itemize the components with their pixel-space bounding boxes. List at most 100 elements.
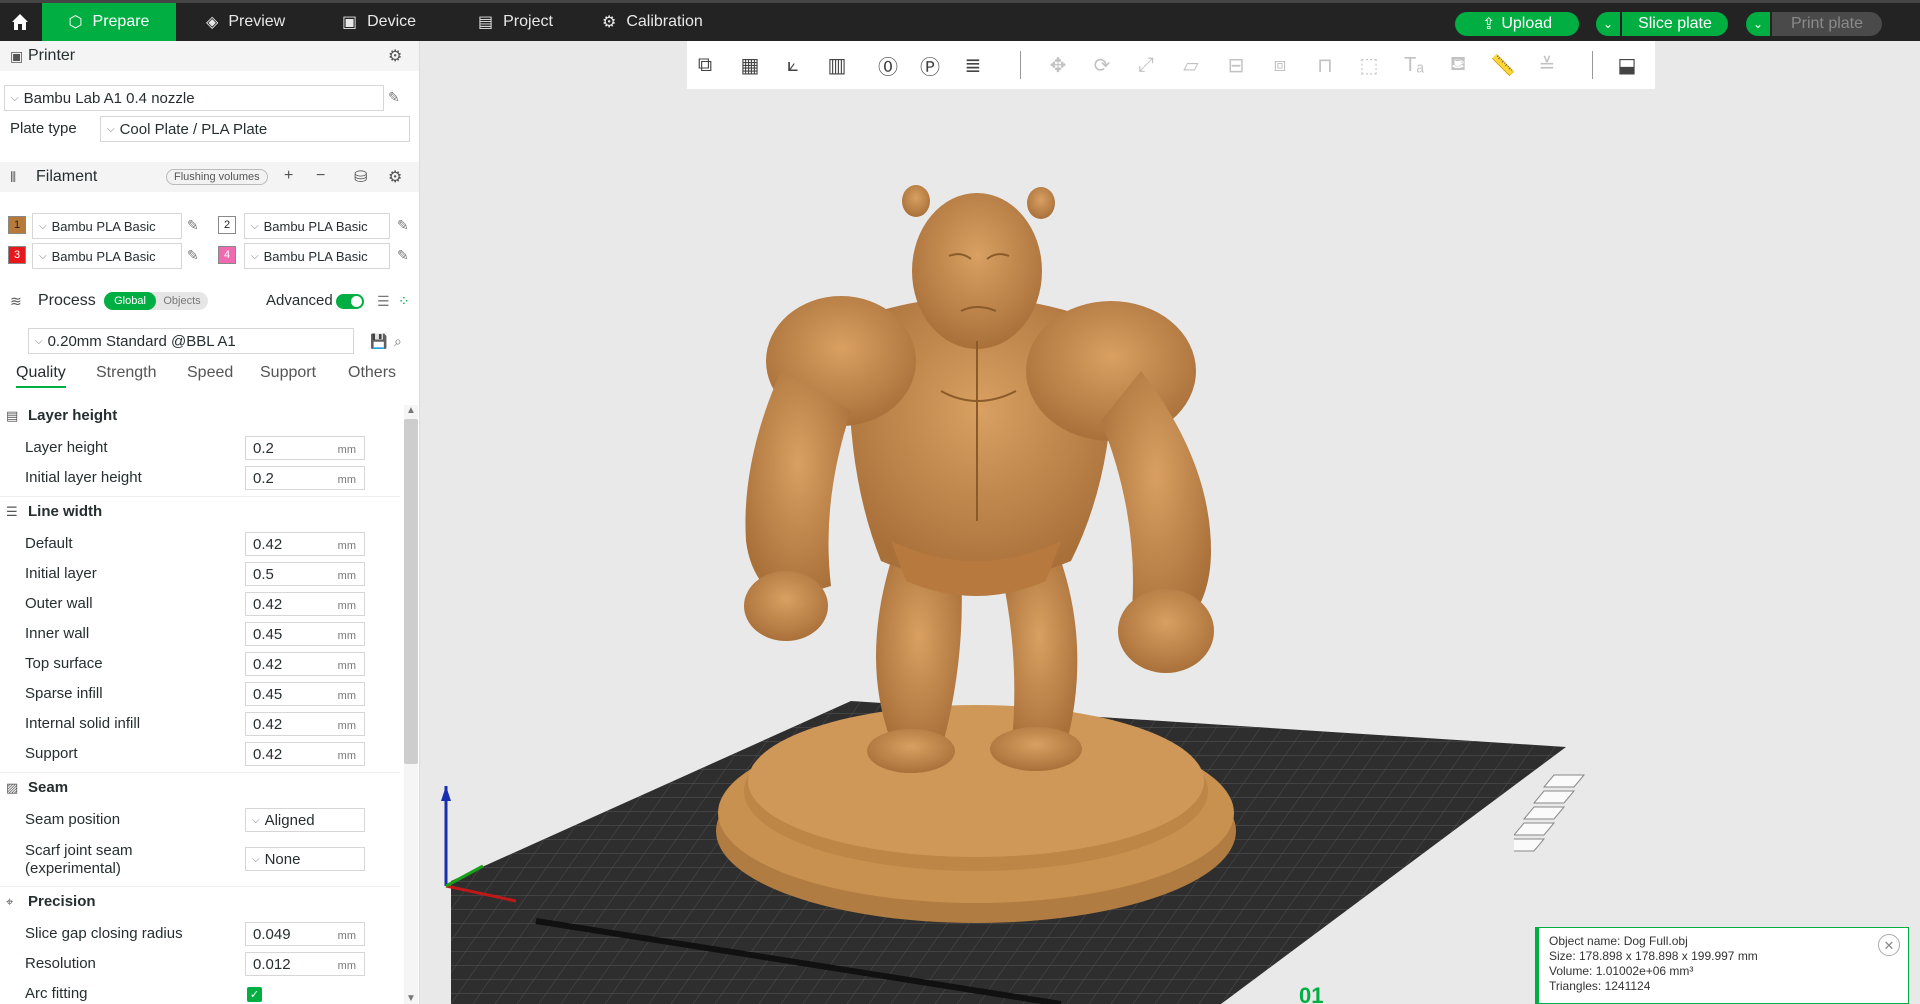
scarf-joint-seam-select[interactable]: ⌵ None — [245, 847, 365, 871]
filament-slot-1-swatch[interactable]: 1 — [8, 216, 26, 234]
assembly-icon[interactable]: ≚ — [1532, 51, 1562, 79]
filament-slot-3-edit-icon[interactable]: ✎ — [187, 247, 199, 264]
variable-layer-height-icon[interactable]: ⬓ — [1612, 51, 1642, 79]
line-width-support-input[interactable]: 0.42 mm — [245, 742, 365, 766]
process-preset-select[interactable]: ⌵ 0.20mm Standard @BBL A1 — [28, 328, 354, 354]
filament-slot-4-select[interactable]: ⌵ Bambu PLA Basic — [244, 243, 390, 269]
plate-lock-icon[interactable] — [1532, 790, 1576, 804]
plate-settings-icon[interactable] — [1502, 838, 1546, 852]
scale-icon[interactable]: ⤢ — [1131, 51, 1161, 79]
line-width-outer-wall-input[interactable]: 0.42 mm — [245, 592, 365, 616]
remove-filament-icon[interactable]: − — [316, 167, 325, 185]
printer-select[interactable]: ⌵ Bambu Lab A1 0.4 nozzle — [4, 85, 384, 111]
print-dropdown-button[interactable]: ⌄ — [1746, 12, 1770, 36]
chevron-down-icon: ⌄ — [1752, 17, 1764, 31]
filament-slot-4-swatch[interactable]: 4 — [218, 246, 236, 264]
line-width-inner-wall-input[interactable]: 0.45 mm — [245, 622, 365, 646]
upload-button[interactable]: ⇪ Upload — [1455, 12, 1579, 36]
flushing-volumes-button[interactable]: Flushing volumes — [166, 169, 268, 185]
tab-preview[interactable]: ◈ Preview — [192, 3, 299, 41]
print-plate-button[interactable]: Print plate — [1772, 12, 1882, 36]
plate-arrange-icon[interactable] — [1522, 806, 1566, 820]
line-width-initial-layer-input[interactable]: 0.5 mm — [245, 562, 365, 586]
lay-on-face-icon[interactable]: ▱ — [1176, 51, 1206, 79]
scroll-up-arrow-icon[interactable]: ▲ — [404, 405, 418, 416]
process-scope-toggle[interactable]: Global Objects — [104, 292, 208, 310]
3d-viewport[interactable]: 01 — [421, 41, 1920, 1004]
printer-settings-gear-icon[interactable]: ⚙ — [388, 46, 402, 66]
filament-slot-1-edit-icon[interactable]: ✎ — [187, 217, 199, 234]
split-objects-icon[interactable]: ≣ — [958, 51, 988, 79]
tab-strength[interactable]: Strength — [96, 364, 156, 382]
filament-settings-gear-icon[interactable]: ⚙ — [388, 167, 402, 187]
arc-fitting-checkbox[interactable]: ✓ — [247, 987, 262, 1002]
add-filament-icon[interactable]: + — [284, 167, 293, 185]
cut-icon[interactable]: ⊟ — [1221, 51, 1251, 79]
save-preset-icon[interactable]: 💾 — [370, 333, 387, 350]
support-paint-icon[interactable]: ⊓ — [1310, 51, 1340, 79]
filament-slot-2-edit-icon[interactable]: ✎ — [397, 217, 409, 234]
plate-type-select[interactable]: ⌵ Cool Plate / PLA Plate — [100, 116, 410, 142]
seam-paint-icon[interactable]: ⬚ — [1354, 51, 1384, 79]
process-section-title: Process — [38, 292, 96, 309]
home-icon[interactable] — [0, 3, 40, 41]
scarf-joint-seam-label: Scarf joint seam — [25, 842, 133, 859]
plate-close-icon[interactable] — [1542, 774, 1586, 788]
seam-position-select[interactable]: ⌵ Aligned — [245, 808, 365, 832]
text-emboss-icon[interactable]: Tₐ — [1399, 51, 1429, 79]
initial-layer-height-input[interactable]: 0.2 mm — [245, 466, 365, 490]
boolean-icon[interactable]: ⧈ — [1265, 51, 1295, 79]
chevron-down-icon: ⌵ — [107, 123, 115, 135]
advanced-toggle-switch[interactable] — [336, 294, 364, 309]
process-list-icon[interactable]: ☰ — [377, 293, 390, 310]
objects-scope-option[interactable]: Objects — [156, 292, 208, 310]
cube-icon: ⬡ — [68, 14, 83, 31]
slice-dropdown-button[interactable]: ⌄ — [1596, 12, 1620, 36]
add-plate-icon[interactable]: ▦ — [735, 51, 765, 79]
measure-icon[interactable]: 📏 — [1488, 51, 1518, 79]
layer-height-label: Layer height — [25, 439, 108, 456]
filament-slot-3-swatch[interactable]: 3 — [8, 246, 26, 264]
tab-calibration[interactable]: ⚙ Calibration — [588, 3, 717, 41]
tab-prepare[interactable]: ⬡ Prepare — [42, 3, 176, 41]
resolution-input[interactable]: 0.012 mm — [245, 952, 365, 976]
tab-others[interactable]: Others — [348, 364, 396, 382]
seam-group-title: ▨ Seam — [6, 779, 69, 796]
process-compare-icon[interactable]: ⁘ — [398, 293, 410, 310]
slice-gap-closing-radius-input[interactable]: 0.049 mm — [245, 922, 365, 946]
line-width-top-surface-input[interactable]: 0.42 mm — [245, 652, 365, 676]
filament-slot-2-select[interactable]: ⌵ Bambu PLA Basic — [244, 213, 390, 239]
slice-plate-button[interactable]: Slice plate — [1622, 12, 1728, 36]
p-icon[interactable]: Ⓟ — [915, 51, 945, 79]
close-icon[interactable]: ✕ — [1878, 934, 1900, 956]
filament-slot-2-swatch[interactable]: 2 — [218, 216, 236, 234]
scroll-down-arrow-icon[interactable]: ▼ — [404, 993, 418, 1004]
layer-zero-icon[interactable]: ⓪ — [873, 51, 903, 79]
search-icon[interactable]: ⌕ — [394, 333, 402, 350]
auto-orient-icon[interactable]: ⟀ — [778, 51, 808, 79]
filament-slot-3-select[interactable]: ⌵ Bambu PLA Basic — [32, 243, 182, 269]
model-base — [716, 705, 1236, 923]
global-scope-option[interactable]: Global — [104, 292, 156, 310]
tab-quality[interactable]: Quality — [16, 364, 66, 388]
tab-support[interactable]: Support — [260, 364, 316, 382]
tab-speed[interactable]: Speed — [187, 364, 233, 382]
add-object-icon[interactable]: ⧉ — [690, 51, 720, 79]
arrange-icon[interactable]: ▥ — [822, 51, 852, 79]
color-paint-icon[interactable]: ⛾ — [1443, 51, 1473, 79]
tab-device[interactable]: ▣ Device — [328, 3, 430, 41]
filament-slot-1-select[interactable]: ⌵ Bambu PLA Basic — [32, 213, 182, 239]
line-width-sparse-infill-input[interactable]: 0.45 mm — [245, 682, 365, 706]
move-icon[interactable]: ✥ — [1043, 51, 1073, 79]
line-width-default-input[interactable]: 0.42 mm — [245, 532, 365, 556]
printer-edit-icon[interactable]: ✎ — [388, 89, 400, 106]
rotate-icon[interactable]: ⟳ — [1087, 51, 1117, 79]
filament-sync-icon[interactable]: ⛁ — [354, 167, 367, 187]
plate-orient-icon[interactable] — [1512, 822, 1556, 836]
layer-height-input[interactable]: 0.2 mm — [245, 436, 365, 460]
filament-slot-4-edit-icon[interactable]: ✎ — [397, 247, 409, 264]
settings-scrollbar-thumb[interactable] — [404, 419, 418, 764]
line-width-internal-solid-infill-input[interactable]: 0.42 mm — [245, 712, 365, 736]
tab-project[interactable]: ▤ Project — [464, 3, 567, 41]
resolution-label: Resolution — [25, 955, 96, 972]
